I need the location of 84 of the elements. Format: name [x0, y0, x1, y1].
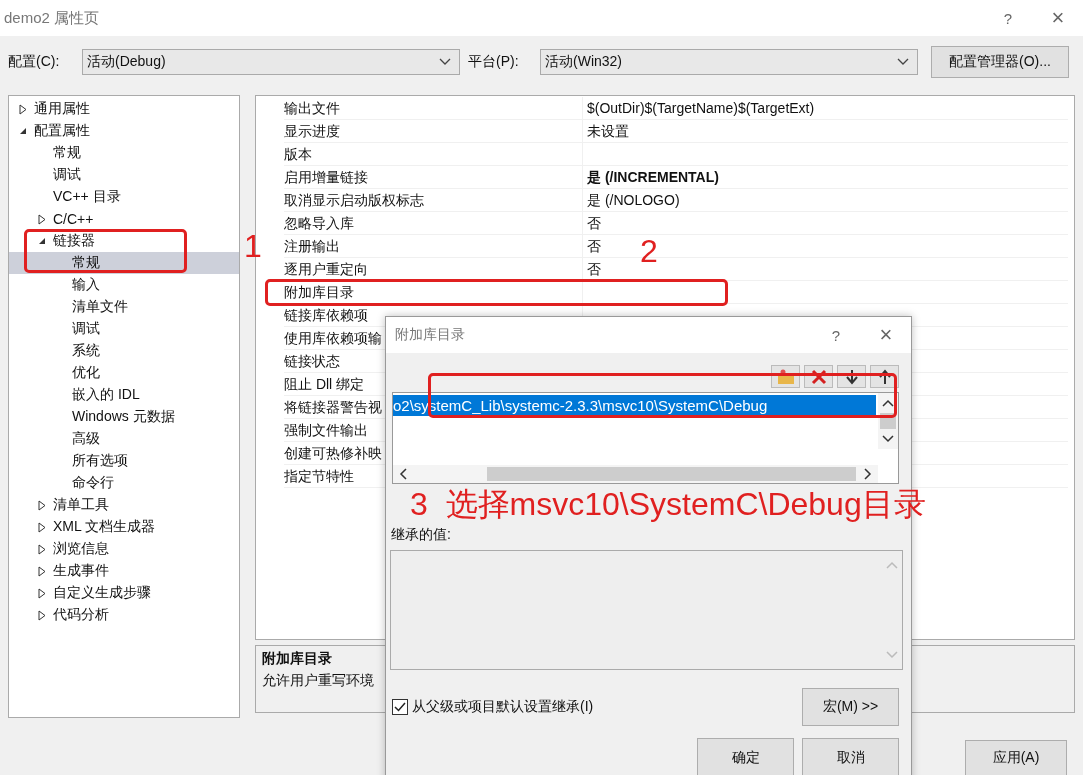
tree-item[interactable]: 清单工具	[9, 494, 239, 516]
delete-icon	[810, 368, 827, 385]
tree-item[interactable]: 配置属性	[9, 120, 239, 142]
tree-item[interactable]: 系统	[9, 340, 239, 362]
expanded-triangle-icon[interactable]	[19, 127, 27, 135]
configuration-manager-button[interactable]: 配置管理器(O)...	[931, 46, 1069, 78]
tree-item[interactable]: 通用属性	[9, 98, 239, 120]
collapsed-triangle-icon[interactable]	[38, 565, 46, 577]
configuration-label: 配置(C):	[8, 53, 61, 71]
chevron-down-icon	[897, 58, 909, 66]
property-name[interactable]: 附加库目录	[284, 281, 582, 303]
inherited-values-label: 继承的值:	[391, 526, 452, 544]
property-value[interactable]: $(OutDir)$(TargetName)$(TargetExt)	[587, 100, 815, 116]
apply-button[interactable]: 应用(A)	[965, 740, 1067, 775]
collapsed-triangle-icon[interactable]	[38, 213, 46, 225]
close-button[interactable]: ×	[1033, 5, 1083, 31]
property-value[interactable]: 否	[587, 215, 601, 231]
description-title: 附加库目录	[262, 650, 332, 668]
tree-item[interactable]: 调试	[9, 164, 239, 186]
collapsed-triangle-icon[interactable]	[38, 609, 46, 621]
expanded-triangle-icon[interactable]	[38, 237, 46, 245]
cancel-button[interactable]: 取消	[802, 738, 899, 775]
property-name[interactable]: 输出文件	[284, 97, 582, 119]
dialog-title: 附加库目录	[395, 326, 466, 344]
annotation-label: 3 选择msvc10\SystemC\Debug目录	[410, 487, 926, 521]
arrow-up-icon	[878, 368, 891, 385]
property-value[interactable]: 是 (/NOLOGO)	[587, 192, 680, 208]
tree-item[interactable]: 命令行	[9, 472, 239, 494]
description-text: 允许用户重写环境	[262, 672, 374, 690]
platform-dropdown[interactable]: 活动(Win32)	[540, 49, 918, 75]
tree-item[interactable]: VC++ 目录	[9, 186, 239, 208]
chevron-left-icon[interactable]	[399, 468, 407, 480]
tree-item[interactable]: C/C++	[9, 208, 239, 230]
collapsed-triangle-icon[interactable]	[38, 521, 46, 533]
collapsed-triangle-icon[interactable]	[38, 543, 46, 555]
tree-item[interactable]: 高级	[9, 428, 239, 450]
tree-item[interactable]: 优化	[9, 362, 239, 384]
tree-item[interactable]: 调试	[9, 318, 239, 340]
chevron-right-icon[interactable]	[864, 468, 872, 480]
property-value[interactable]: 是 (/INCREMENTAL)	[587, 169, 719, 185]
tree-item[interactable]: 嵌入的 IDL	[9, 384, 239, 406]
chevron-up-icon	[886, 561, 898, 569]
property-name[interactable]: 启用增量链接	[284, 166, 582, 188]
property-value[interactable]: 未设置	[587, 123, 629, 139]
property-value[interactable]: 否	[587, 238, 601, 254]
annotation-label: 2	[640, 234, 658, 268]
checkbox[interactable]	[392, 699, 408, 715]
collapsed-triangle-icon[interactable]	[19, 103, 27, 115]
arrow-down-icon	[845, 368, 858, 385]
property-name[interactable]: 逐用户重定向	[284, 258, 582, 280]
tree-item[interactable]: 生成事件	[9, 560, 239, 582]
ok-button[interactable]: 确定	[697, 738, 794, 775]
property-name[interactable]: 注册输出	[284, 235, 582, 257]
close-button[interactable]: ×	[861, 322, 911, 348]
chevron-up-icon[interactable]	[882, 399, 894, 407]
horizontal-scrollbar[interactable]	[393, 465, 878, 483]
property-name[interactable]: 取消显示启动版权标志	[284, 189, 582, 211]
platform-label: 平台(P):	[467, 53, 520, 71]
tree-item[interactable]: 代码分析	[9, 604, 239, 626]
tree-item[interactable]: 链接器	[9, 230, 239, 252]
property-value[interactable]: 否	[587, 261, 601, 277]
tree-item[interactable]: 清单文件	[9, 296, 239, 318]
tree-item[interactable]: 浏览信息	[9, 538, 239, 560]
chevron-down-icon	[439, 58, 451, 66]
tree-item[interactable]: 自定义生成步骤	[9, 582, 239, 604]
chevron-down-icon[interactable]	[882, 435, 894, 443]
configuration-dropdown[interactable]: 活动(Debug)	[82, 49, 460, 75]
window-title: demo2 属性页	[4, 8, 101, 28]
help-button[interactable]: ?	[983, 9, 1033, 27]
collapsed-triangle-icon[interactable]	[38, 587, 46, 599]
tree-item[interactable]: XML 文档生成器	[9, 516, 239, 538]
tree-item[interactable]: 常规	[9, 142, 239, 164]
collapsed-triangle-icon[interactable]	[38, 499, 46, 511]
annotation-label: 1	[244, 229, 262, 263]
property-name[interactable]: 显示进度	[284, 120, 582, 142]
chevron-down-icon	[886, 651, 898, 659]
property-name[interactable]: 版本	[284, 143, 582, 165]
folder-icon	[776, 368, 795, 385]
tree-item[interactable]: Windows 元数据	[9, 406, 239, 428]
macros-button[interactable]: 宏(M) >>	[802, 688, 899, 726]
tree-item[interactable]: 所有选项	[9, 450, 239, 472]
tree-item[interactable]: 输入	[9, 274, 239, 296]
help-button[interactable]: ?	[811, 326, 861, 344]
property-name[interactable]: 忽略导入库	[284, 212, 582, 234]
